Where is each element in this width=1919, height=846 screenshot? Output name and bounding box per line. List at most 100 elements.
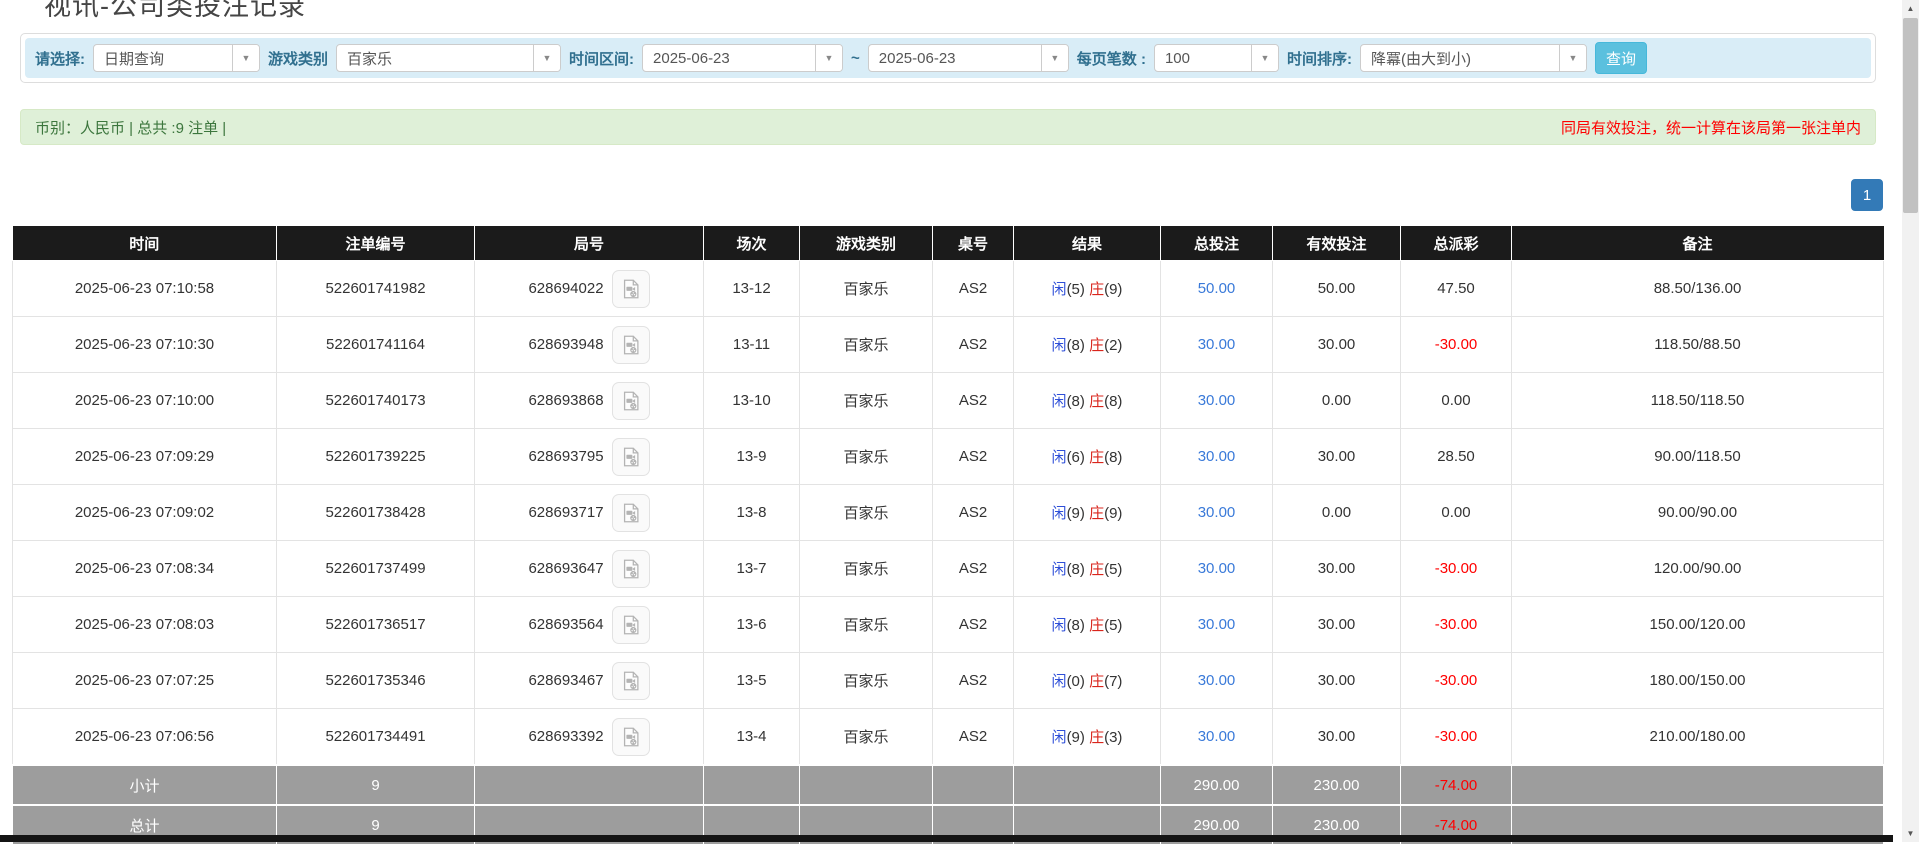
total-bet-link[interactable]: 30.00 xyxy=(1198,392,1236,409)
video-record-icon xyxy=(620,558,642,580)
table-row: 2025-06-23 07:10:00 522601740173 6286938… xyxy=(13,373,1884,429)
total-bet-link[interactable]: 30.00 xyxy=(1198,560,1236,577)
time-range-label: 时间区间: xyxy=(569,48,634,69)
table-row: 2025-06-23 07:10:58 522601741982 6286940… xyxy=(13,261,1884,317)
total-bet-link[interactable]: 30.00 xyxy=(1198,616,1236,633)
cell-valid-bet: 50.00 xyxy=(1273,261,1401,317)
time-sort-label: 时间排序: xyxy=(1287,48,1352,69)
cell-valid-bet: 30.00 xyxy=(1273,653,1401,709)
chevron-down-icon[interactable]: ▼ xyxy=(1559,45,1586,71)
chevron-down-icon[interactable]: ▼ xyxy=(1041,45,1068,71)
cell-result: 闲(6) 庄(8) xyxy=(1014,429,1161,485)
cell-valid-bet: 0.00 xyxy=(1273,373,1401,429)
total-bet-link[interactable]: 50.00 xyxy=(1198,280,1236,297)
cell-game-type: 百家乐 xyxy=(800,429,933,485)
video-record-button[interactable] xyxy=(612,382,650,420)
total-bet-link[interactable]: 30.00 xyxy=(1198,448,1236,465)
vertical-scrollbar[interactable]: ▲ ▼ xyxy=(1902,0,1919,842)
cell-round-id: 628693564 xyxy=(475,597,704,653)
subtotal-row: 小计 9 290.00 230.00 -74.00 xyxy=(13,765,1884,805)
video-record-button[interactable] xyxy=(612,494,650,532)
date-from-input[interactable]: 2025-06-23 ▼ xyxy=(642,44,843,72)
result-player-value: (5) xyxy=(1067,281,1085,298)
total-bet-link[interactable]: 30.00 xyxy=(1198,336,1236,353)
time-sort-select[interactable]: 降冪(由大到小) ▼ xyxy=(1360,44,1587,72)
video-record-button[interactable] xyxy=(612,662,650,700)
video-record-button[interactable] xyxy=(612,606,650,644)
cell-payout: -30.00 xyxy=(1401,653,1512,709)
cell-bet-id: 522601741164 xyxy=(277,317,475,373)
cell-valid-bet: 30.00 xyxy=(1273,317,1401,373)
table-body: 2025-06-23 07:10:58 522601741982 6286940… xyxy=(13,261,1884,766)
subtotal-label: 小计 xyxy=(13,765,277,805)
cell-payout: -30.00 xyxy=(1401,317,1512,373)
cell-table-no: AS2 xyxy=(933,373,1014,429)
cell-result: 闲(5) 庄(9) xyxy=(1014,261,1161,317)
cell-payout: -30.00 xyxy=(1401,597,1512,653)
col-total-bet: 总投注 xyxy=(1161,226,1273,261)
page-title: 视讯-公司类投注记录 xyxy=(44,0,306,23)
cell-result: 闲(8) 庄(5) xyxy=(1014,597,1161,653)
table-row: 2025-06-23 07:06:56 522601734491 6286933… xyxy=(13,709,1884,766)
result-banker-label: 庄 xyxy=(1089,281,1104,298)
result-banker-value: (9) xyxy=(1104,281,1122,298)
result-banker-label: 庄 xyxy=(1089,561,1104,578)
cell-payout: -30.00 xyxy=(1401,709,1512,766)
cell-time: 2025-06-23 07:08:03 xyxy=(13,597,277,653)
video-record-button[interactable] xyxy=(612,270,650,308)
total-bet-link[interactable]: 30.00 xyxy=(1198,504,1236,521)
cell-result: 闲(9) 庄(3) xyxy=(1014,709,1161,766)
cell-session: 13-11 xyxy=(704,317,800,373)
search-button[interactable]: 查询 xyxy=(1595,42,1647,74)
result-player-label: 闲 xyxy=(1052,561,1067,578)
game-type-select[interactable]: 百家乐 ▼ xyxy=(336,44,561,72)
cell-remark: 180.00/150.00 xyxy=(1512,653,1884,709)
query-type-select[interactable]: 日期查询 ▼ xyxy=(93,44,260,72)
chevron-down-icon[interactable]: ▼ xyxy=(1251,45,1278,71)
table-row: 2025-06-23 07:07:25 522601735346 6286934… xyxy=(13,653,1884,709)
cell-round-id: 628694022 xyxy=(475,261,704,317)
result-banker-label: 庄 xyxy=(1089,337,1104,354)
cell-bet-id: 522601734491 xyxy=(277,709,475,766)
subtotal-valid-bet: 230.00 xyxy=(1273,765,1401,805)
video-record-icon xyxy=(620,670,642,692)
round-id-value: 628693948 xyxy=(528,335,603,352)
scrollbar-thumb[interactable] xyxy=(1903,18,1918,213)
chevron-down-icon[interactable]: ▼ xyxy=(533,45,560,71)
video-record-button[interactable] xyxy=(612,438,650,476)
cell-total-bet: 50.00 xyxy=(1161,261,1273,317)
cell-session: 13-9 xyxy=(704,429,800,485)
cell-table-no: AS2 xyxy=(933,653,1014,709)
cell-bet-id: 522601739225 xyxy=(277,429,475,485)
chevron-down-icon[interactable]: ▼ xyxy=(815,45,842,71)
chevron-down-icon[interactable]: ▼ xyxy=(232,45,259,71)
total-bet-link[interactable]: 30.00 xyxy=(1198,728,1236,745)
cell-game-type: 百家乐 xyxy=(800,373,933,429)
scroll-up-icon[interactable]: ▲ xyxy=(1902,0,1919,17)
per-page-select[interactable]: 100 ▼ xyxy=(1154,44,1279,72)
result-player-value: (8) xyxy=(1067,561,1085,578)
scroll-down-icon[interactable]: ▼ xyxy=(1902,825,1919,842)
video-record-button[interactable] xyxy=(612,718,650,756)
round-id-value: 628694022 xyxy=(528,279,603,296)
game-type-label: 游戏类别 xyxy=(268,48,328,69)
cell-result: 闲(0) 庄(7) xyxy=(1014,653,1161,709)
col-valid-bet: 有效投注 xyxy=(1273,226,1401,261)
cell-result: 闲(8) 庄(8) xyxy=(1014,373,1161,429)
cell-table-no: AS2 xyxy=(933,261,1014,317)
cell-result: 闲(8) 庄(2) xyxy=(1014,317,1161,373)
total-bet-link[interactable]: 30.00 xyxy=(1198,672,1236,689)
cell-time: 2025-06-23 07:08:34 xyxy=(13,541,277,597)
cell-remark: 118.50/88.50 xyxy=(1512,317,1884,373)
cell-table-no: AS2 xyxy=(933,317,1014,373)
cell-time: 2025-06-23 07:10:30 xyxy=(13,317,277,373)
date-to-input[interactable]: 2025-06-23 ▼ xyxy=(868,44,1069,72)
cell-table-no: AS2 xyxy=(933,597,1014,653)
result-banker-value: (5) xyxy=(1104,617,1122,634)
cell-remark: 210.00/180.00 xyxy=(1512,709,1884,766)
video-record-button[interactable] xyxy=(612,550,650,588)
video-record-button[interactable] xyxy=(612,326,650,364)
page-button-1[interactable]: 1 xyxy=(1851,179,1883,211)
cell-remark: 150.00/120.00 xyxy=(1512,597,1884,653)
cell-remark: 120.00/90.00 xyxy=(1512,541,1884,597)
